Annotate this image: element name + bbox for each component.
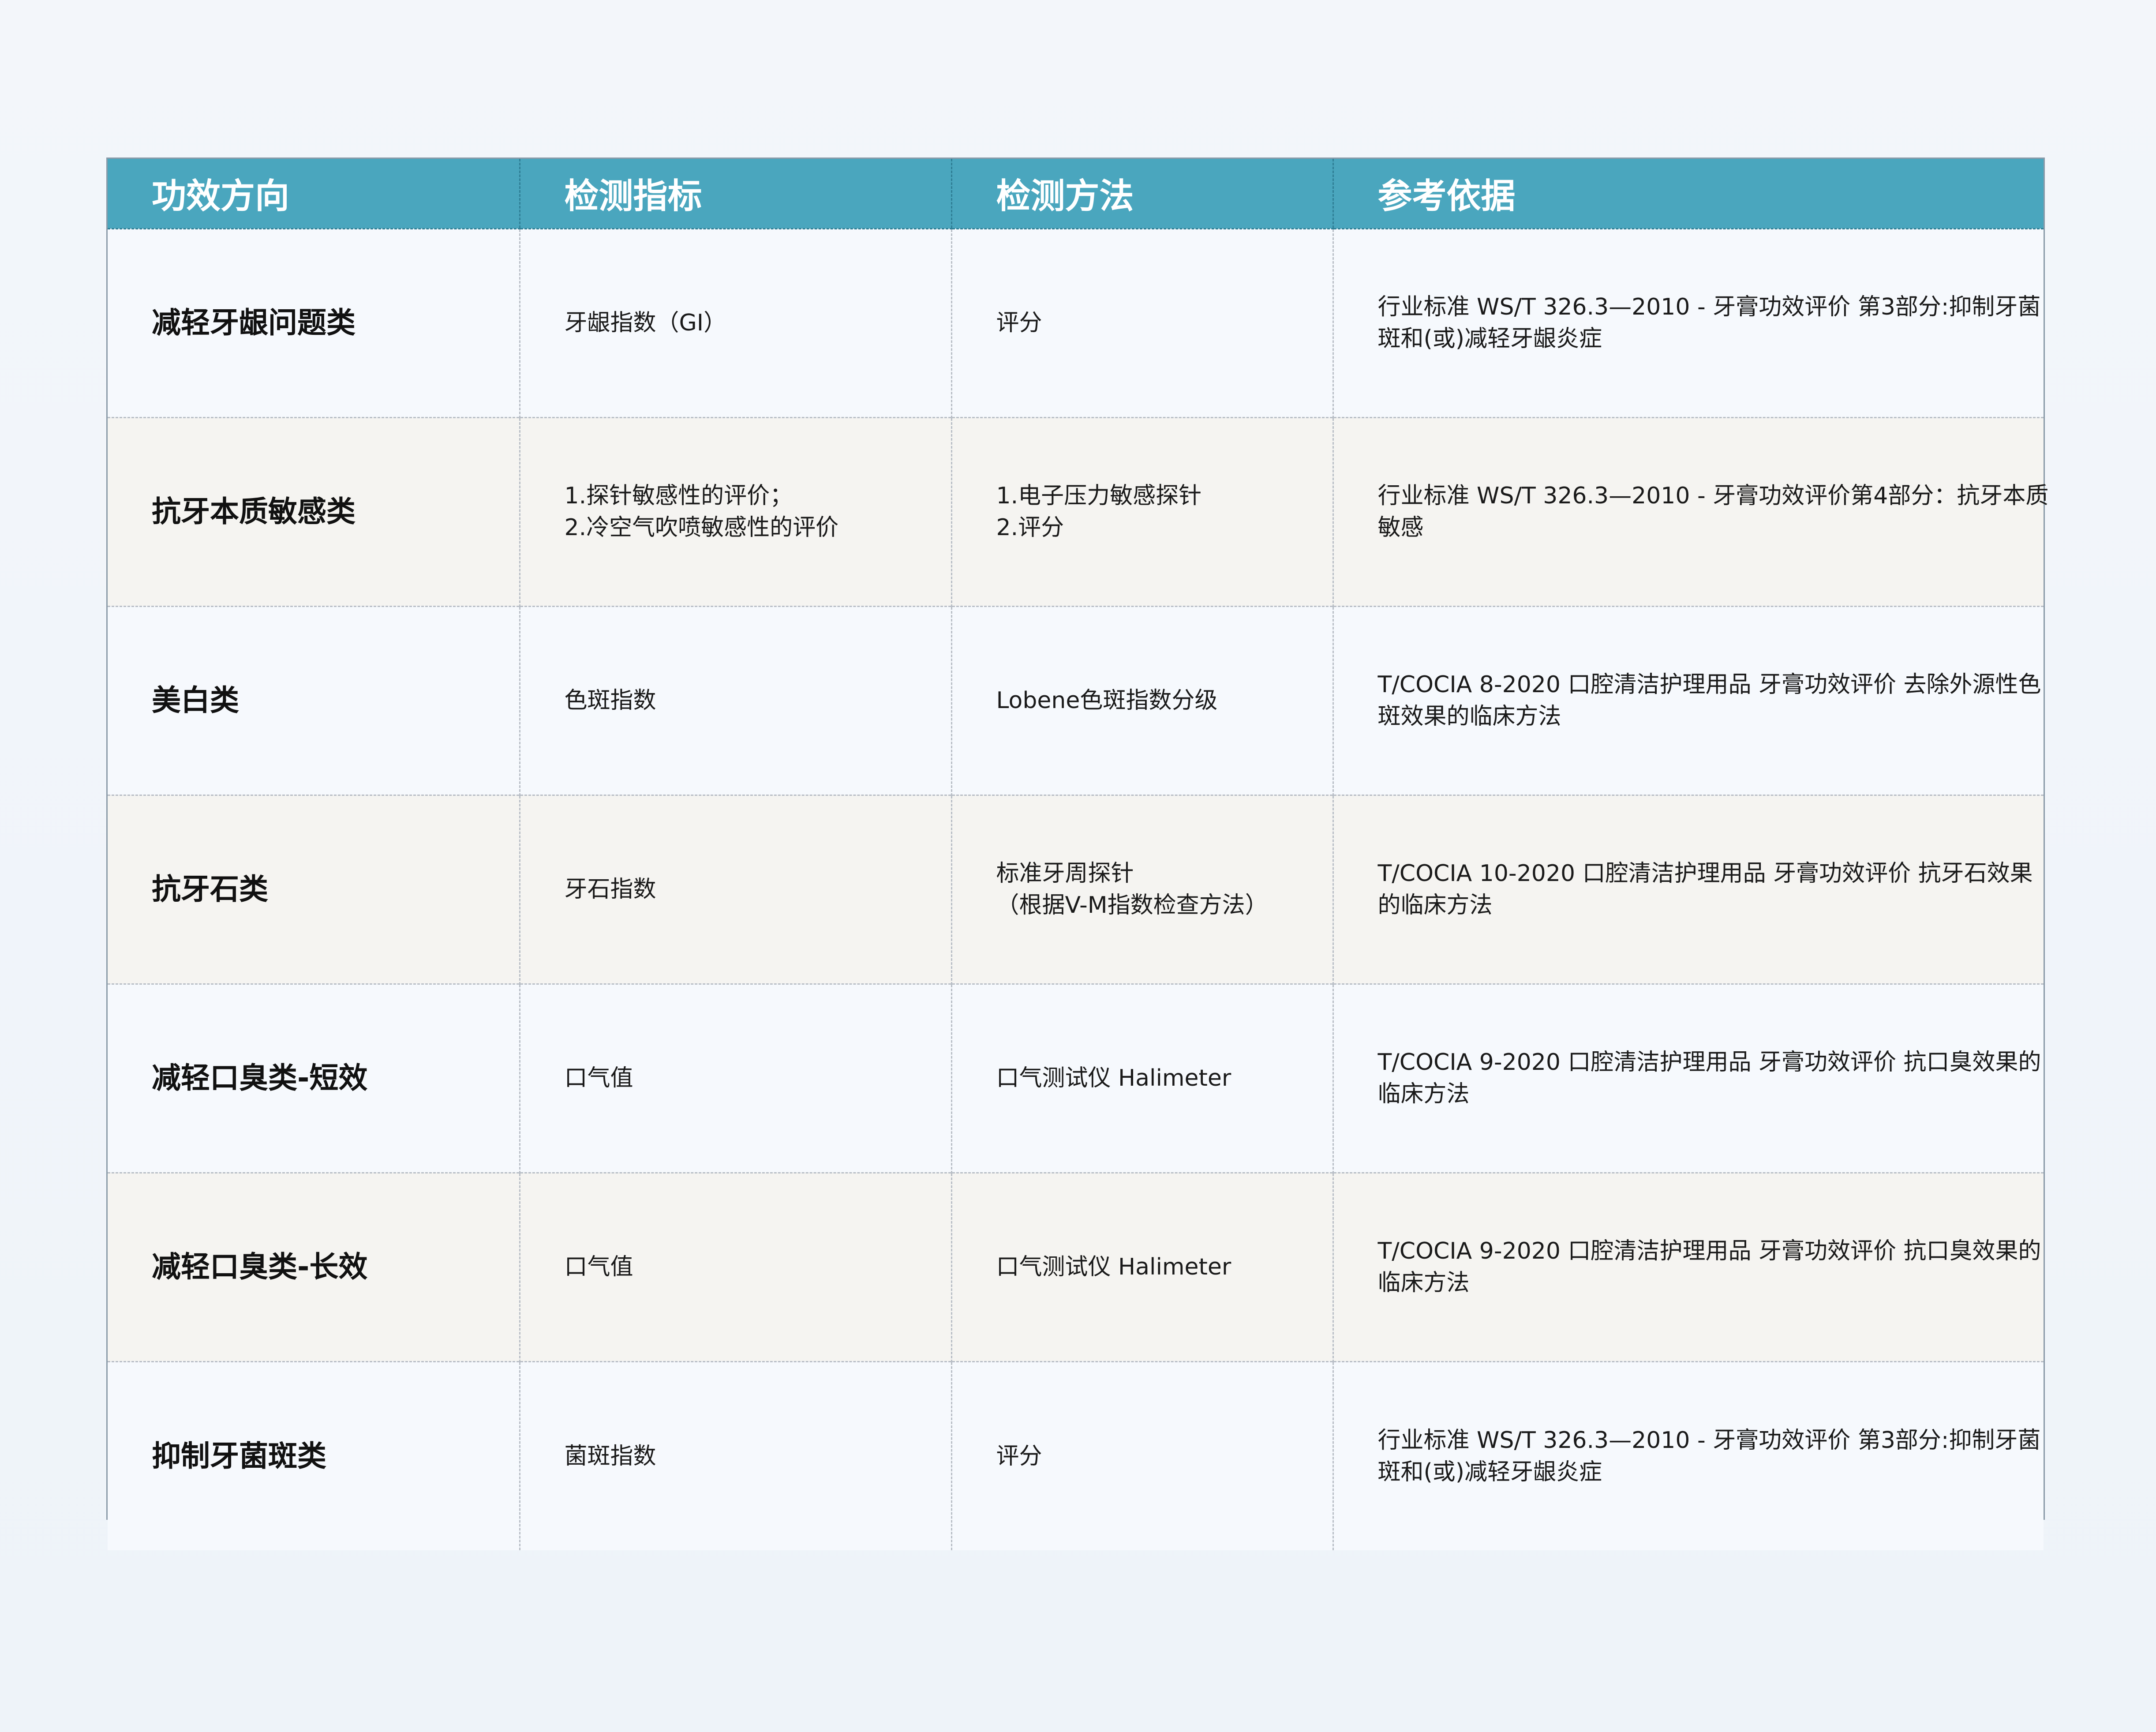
efficacy-table: 功效方向 检测指标 检测方法 参考依据 减轻牙龈问题类 牙龈指数（GI） 评分 … (106, 157, 2048, 1550)
table-header-row: 功效方向 检测指标 检测方法 参考依据 (108, 159, 2044, 229)
cell-method: 口气测试仪 Halimeter (951, 1172, 1333, 1361)
cell-method: 1.电子压力敏感探针 2.评分 (951, 416, 1333, 606)
method-line: 1.电子压力敏感探针 (996, 483, 1202, 509)
indicator-line: 菌斑指数 (564, 1443, 656, 1470)
cell-direction: 抗牙石类 (108, 794, 520, 984)
indicator-line: 口气值 (564, 1254, 633, 1280)
reference-line: T/COCIA 10-2020 口腔清洁护理用品 牙膏功效评价 抗牙石效果 (1377, 860, 2033, 887)
reference-line: 的临床方法 (1377, 892, 1493, 918)
indicator-line: 口气值 (564, 1065, 633, 1091)
cell-direction: 美白类 (108, 605, 520, 795)
cell-reference: T/COCIA 9-2020 口腔清洁护理用品 牙膏功效评价 抗口臭效果的 临床方… (1332, 983, 2044, 1173)
cell-method: 评分 (951, 1361, 1333, 1550)
cell-indicator: 牙石指数 (519, 794, 951, 984)
reference-line: T/COCIA 9-2020 口腔清洁护理用品 牙膏功效评价 抗口臭效果的 (1377, 1238, 2041, 1264)
reference-line: T/COCIA 9-2020 口腔清洁护理用品 牙膏功效评价 抗口臭效果的 (1377, 1049, 2041, 1076)
table-row: 减轻口臭类-短效 口气值 口气测试仪 Halimeter T/COCIA 9-2… (108, 983, 2044, 1173)
header-reference: 参考依据 (1332, 159, 2044, 229)
reference-line: 斑效果的临床方法 (1377, 703, 1561, 730)
reference-line: 斑和(或)减轻牙龈炎症 (1377, 1458, 1602, 1485)
cell-reference: 行业标准 WS/T 326.3—2010 - 牙膏功效评价 第3部分:抑制牙菌斑… (1332, 1361, 2044, 1550)
cell-indicator: 牙龈指数（GI） (519, 228, 951, 417)
indicator-line: 色斑指数 (564, 687, 656, 714)
method-line: 标准牙周探针 (996, 860, 1134, 887)
cell-method: 标准牙周探针 （根据V-M指数检查方法） (951, 794, 1333, 984)
method-line: 口气测试仪 Halimeter (996, 1254, 1231, 1280)
table-row: 抗牙本质敏感类 1.探针敏感性的评价； 2.冷空气吹喷敏感性的评价 1.电子压力敏… (108, 416, 2049, 606)
table-row: 抗牙石类 牙石指数 标准牙周探针 （根据V-M指数检查方法） T/COCIA 10… (108, 794, 2044, 984)
cell-method: Lobene色斑指数分级 (951, 605, 1333, 795)
reference-line: 行业标准 WS/T 326.3—2010 - 牙膏功效评价 第3部分:抑制牙菌 (1377, 294, 2041, 320)
method-line: 评分 (996, 310, 1042, 336)
method-line: 2.评分 (996, 514, 1064, 541)
cell-reference: 行业标准 WS/T 326.3—2010 - 牙膏功效评价第4部分：抗牙本质 敏感 (1332, 416, 2049, 606)
cell-method: 口气测试仪 Halimeter (951, 983, 1333, 1173)
reference-line: 敏感 (1377, 514, 1424, 541)
reference-line: T/COCIA 8-2020 口腔清洁护理用品 牙膏功效评价 去除外源性色 (1377, 671, 2041, 698)
cell-direction: 抑制牙菌斑类 (108, 1361, 520, 1550)
cell-method: 评分 (951, 228, 1333, 417)
cell-reference: T/COCIA 9-2020 口腔清洁护理用品 牙膏功效评价 抗口臭效果的 临床方… (1332, 1172, 2044, 1361)
header-indicator: 检测指标 (519, 159, 951, 229)
method-line: 评分 (996, 1443, 1042, 1470)
cell-direction: 抗牙本质敏感类 (108, 416, 520, 606)
method-line: 口气测试仪 Halimeter (996, 1065, 1231, 1091)
reference-line: 临床方法 (1377, 1081, 1470, 1107)
indicator-line: 1.探针敏感性的评价； (564, 483, 793, 509)
reference-line: 临床方法 (1377, 1270, 1470, 1296)
reference-line: 斑和(或)减轻牙龈炎症 (1377, 326, 1602, 352)
page-canvas: 功效方向 检测指标 检测方法 参考依据 减轻牙龈问题类 牙龈指数（GI） 评分 … (0, 0, 2156, 1732)
cell-reference: T/COCIA 8-2020 口腔清洁护理用品 牙膏功效评价 去除外源性色 斑效果… (1332, 605, 2044, 795)
indicator-line: 牙石指数 (564, 876, 656, 903)
table-row: 减轻口臭类-长效 口气值 口气测试仪 Halimeter T/COCIA 9-2… (108, 1172, 2044, 1361)
table-row: 抑制牙菌斑类 菌斑指数 评分 行业标准 WS/T 326.3—2010 - 牙膏… (108, 1361, 2044, 1550)
table-row: 减轻牙龈问题类 牙龈指数（GI） 评分 行业标准 WS/T 326.3—2010… (108, 228, 2044, 417)
table-row: 美白类 色斑指数 Lobene色斑指数分级 T/COCIA 8-2020 口腔清… (108, 605, 2044, 795)
indicator-line: 2.冷空气吹喷敏感性的评价 (564, 514, 839, 541)
cell-direction: 减轻口臭类-长效 (108, 1172, 520, 1361)
reference-line: 行业标准 WS/T 326.3—2010 - 牙膏功效评价 第3部分:抑制牙菌 (1377, 1427, 2041, 1454)
cell-direction: 减轻口臭类-短效 (108, 983, 520, 1173)
method-line: （根据V-M指数检查方法） (996, 892, 1268, 918)
cell-indicator: 菌斑指数 (519, 1361, 951, 1550)
cell-indicator: 口气值 (519, 1172, 951, 1361)
cell-direction: 减轻牙龈问题类 (108, 228, 520, 417)
cell-reference: T/COCIA 10-2020 口腔清洁护理用品 牙膏功效评价 抗牙石效果 的临床… (1332, 794, 2044, 984)
method-line: Lobene色斑指数分级 (996, 687, 1218, 714)
efficacy-table-grid: 功效方向 检测指标 检测方法 参考依据 减轻牙龈问题类 牙龈指数（GI） 评分 … (108, 159, 2049, 1550)
reference-line: 行业标准 WS/T 326.3—2010 - 牙膏功效评价第4部分：抗牙本质 (1377, 483, 2049, 509)
cell-indicator: 口气值 (519, 983, 951, 1173)
cell-reference: 行业标准 WS/T 326.3—2010 - 牙膏功效评价 第3部分:抑制牙菌斑… (1332, 228, 2044, 417)
cell-indicator: 1.探针敏感性的评价； 2.冷空气吹喷敏感性的评价 (519, 416, 951, 606)
cell-indicator: 色斑指数 (519, 605, 951, 795)
header-method: 检测方法 (951, 159, 1333, 229)
header-direction: 功效方向 (108, 159, 520, 229)
indicator-line: 牙龈指数（GI） (564, 310, 727, 336)
